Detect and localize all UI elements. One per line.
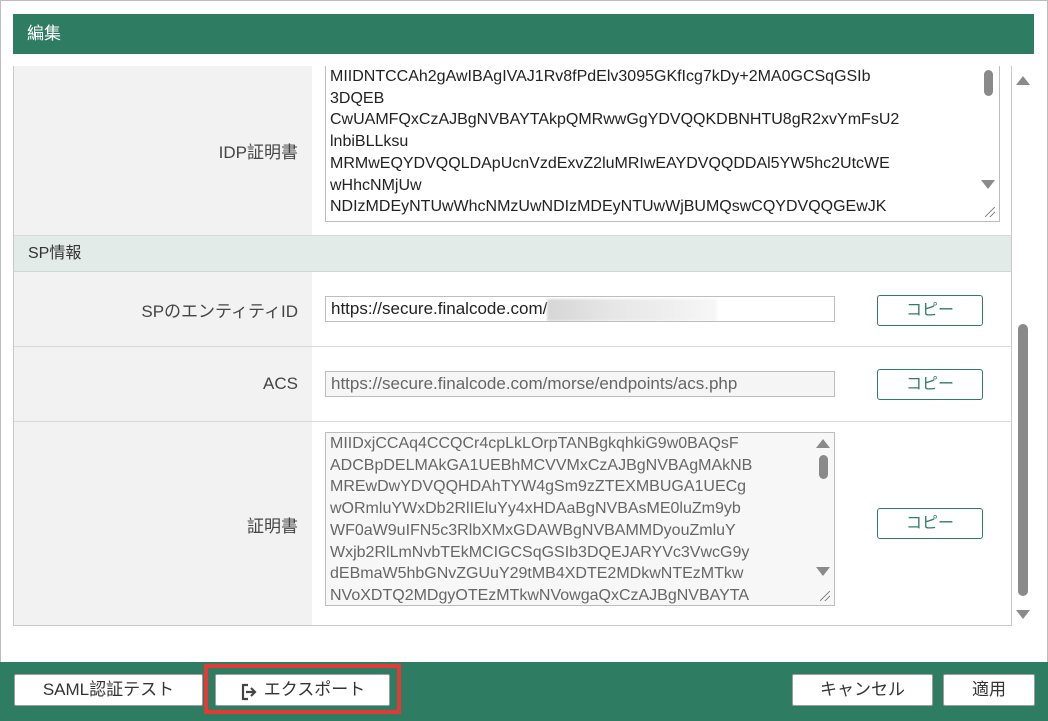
sp-entity-value: https://secure.finalcode.com/ bbox=[331, 299, 548, 318]
sp-acs-input[interactable]: https://secure.finalcode.com/morse/endpo… bbox=[325, 371, 835, 397]
resize-grip-icon[interactable] bbox=[820, 591, 830, 601]
sp-entity-cell: https://secure.finalcode.com/ コピー bbox=[312, 272, 1011, 346]
sp-cert-line: WF0aW9uIFN5c3RlbXMxGDAWBgNVBAMMDyouZmluY bbox=[330, 521, 736, 539]
idp-cert-line: NDIzMDEyNTUwWhcNMzUwNDIzMDEyNTUwWjBUMQsw… bbox=[330, 198, 887, 216]
sp-acs-label-text: ACS bbox=[263, 374, 298, 393]
idp-cert-label-text: IDP証明書 bbox=[218, 143, 298, 162]
sp-cert-line: Wxjb2RlLmNvbTEkMCIGCSqGSIb3DQEJARYVc3Vwc… bbox=[330, 543, 750, 561]
idp-cert-label: IDP証明書 bbox=[14, 66, 312, 235]
idp-cert-row: IDP証明書 MIIDNTCCAh2gAwIBAgIVAJ1Rv8fPdElv3… bbox=[14, 66, 1011, 236]
idp-cert-line: lnbiBLLksu bbox=[330, 133, 409, 151]
scroll-up-arrow-icon[interactable] bbox=[816, 439, 830, 448]
sp-cert-line: NVoXDTQ2MDgyOTEzMTkwNVowgaQxCzAJBgNVBAYT… bbox=[330, 586, 750, 604]
sp-cert-cell: MIIDxjCCAq4CCQCr4cpLkLOrpTANBgkqhkiG9w0B… bbox=[312, 422, 1011, 625]
cancel-button[interactable]: キャンセル bbox=[792, 674, 933, 706]
sp-cert-line: dEBmaW5hbGNvZGUuY29tMB4XDTE2MDkwNTEzMTkw bbox=[330, 565, 744, 583]
scroll-up-arrow-icon[interactable] bbox=[1016, 76, 1030, 85]
sp-entity-input[interactable]: https://secure.finalcode.com/ bbox=[325, 296, 835, 322]
scroll-thumb[interactable] bbox=[819, 455, 828, 479]
idp-cert-scrollbar[interactable] bbox=[981, 70, 995, 192]
sp-cert-line: MREwDwYDVQQHDAhTYW4gSm9zZTEXMBUGA1UECg bbox=[330, 478, 747, 496]
sp-entity-label: SPのエンティティID bbox=[14, 272, 312, 346]
idp-cert-line: 3DQEB bbox=[330, 89, 385, 107]
sp-section-header: SP情報 bbox=[14, 236, 1011, 272]
scroll-thumb[interactable] bbox=[984, 70, 993, 96]
copy-acs-button[interactable]: コピー bbox=[877, 369, 983, 400]
dialog-scrollbar[interactable] bbox=[1016, 74, 1030, 622]
export-label: エクスポート bbox=[263, 680, 366, 699]
idp-cert-line: MRMwEQYDVQQLDApUcnVzdExvZ2luMRIwEAYDVQQD… bbox=[330, 154, 890, 172]
sp-cert-scrollbar[interactable] bbox=[816, 439, 830, 579]
idp-cert-line: CwUAMFQxCzAJBgNVBAYTAkpQMRwwGgYDVQQKDBNH… bbox=[330, 111, 900, 129]
saml-test-button[interactable]: SAML認証テスト bbox=[14, 674, 203, 706]
sp-cert-label: 証明書 bbox=[14, 422, 312, 625]
sp-cert-line: wORmluYWxDb2RlIEluYy4xHDAaBgNVBAsME0luZm… bbox=[330, 500, 741, 518]
sp-entity-label-text: SPのエンティティID bbox=[141, 301, 298, 321]
sp-acs-label: ACS bbox=[14, 347, 312, 421]
sp-entity-row: SPのエンティティID https://secure.finalcode.com… bbox=[14, 272, 1011, 347]
scroll-down-arrow-icon[interactable] bbox=[1016, 610, 1030, 619]
copy-cert-button[interactable]: コピー bbox=[877, 508, 983, 539]
scroll-down-arrow-icon[interactable] bbox=[816, 567, 830, 576]
export-icon bbox=[240, 681, 258, 701]
copy-entity-button[interactable]: コピー bbox=[877, 295, 983, 326]
idp-cert-line: wHhcNMjUw bbox=[330, 176, 422, 194]
export-button[interactable]: エクスポート bbox=[215, 674, 390, 706]
dialog-content: IDP証明書 MIIDNTCCAh2gAwIBAgIVAJ1Rv8fPdElv3… bbox=[13, 66, 1012, 626]
dialog-scroll-thumb[interactable] bbox=[1018, 324, 1028, 596]
scroll-down-arrow-icon[interactable] bbox=[981, 180, 995, 189]
idp-cert-textarea[interactable]: MIIDNTCCAh2gAwIBAgIVAJ1Rv8fPdElv3095GKfI… bbox=[325, 66, 1000, 222]
sp-cert-line: ADCBpDELMAkGA1UEBhMCVVMxCzAJBgNVBAgMAkNB bbox=[330, 456, 753, 474]
sp-cert-label-text: 証明書 bbox=[247, 516, 298, 536]
idp-cert-cell: MIIDNTCCAh2gAwIBAgIVAJ1Rv8fPdElv3095GKfI… bbox=[312, 66, 1011, 235]
sp-cert-row: 証明書 MIIDxjCCAq4CCQCr4cpLkLOrpTANBgkqhkiG… bbox=[14, 422, 1011, 625]
resize-grip-icon[interactable] bbox=[985, 207, 995, 217]
apply-button[interactable]: 適用 bbox=[943, 674, 1035, 706]
sp-cert-textarea[interactable]: MIIDxjCCAq4CCQCr4cpLkLOrpTANBgkqhkiG9w0B… bbox=[325, 432, 835, 606]
redacted-mask bbox=[547, 298, 718, 321]
idp-cert-line: MIIDNTCCAh2gAwIBAgIVAJ1Rv8fPdElv3095GKfI… bbox=[330, 68, 871, 85]
sp-cert-line: MIIDxjCCAq4CCQCr4cpLkLOrpTANBgkqhkiG9w0B… bbox=[330, 435, 739, 452]
sp-acs-row: ACS https://secure.finalcode.com/morse/e… bbox=[14, 347, 1011, 422]
sp-acs-cell: https://secure.finalcode.com/morse/endpo… bbox=[312, 347, 1011, 421]
dialog-title: 編集 bbox=[13, 14, 1034, 54]
